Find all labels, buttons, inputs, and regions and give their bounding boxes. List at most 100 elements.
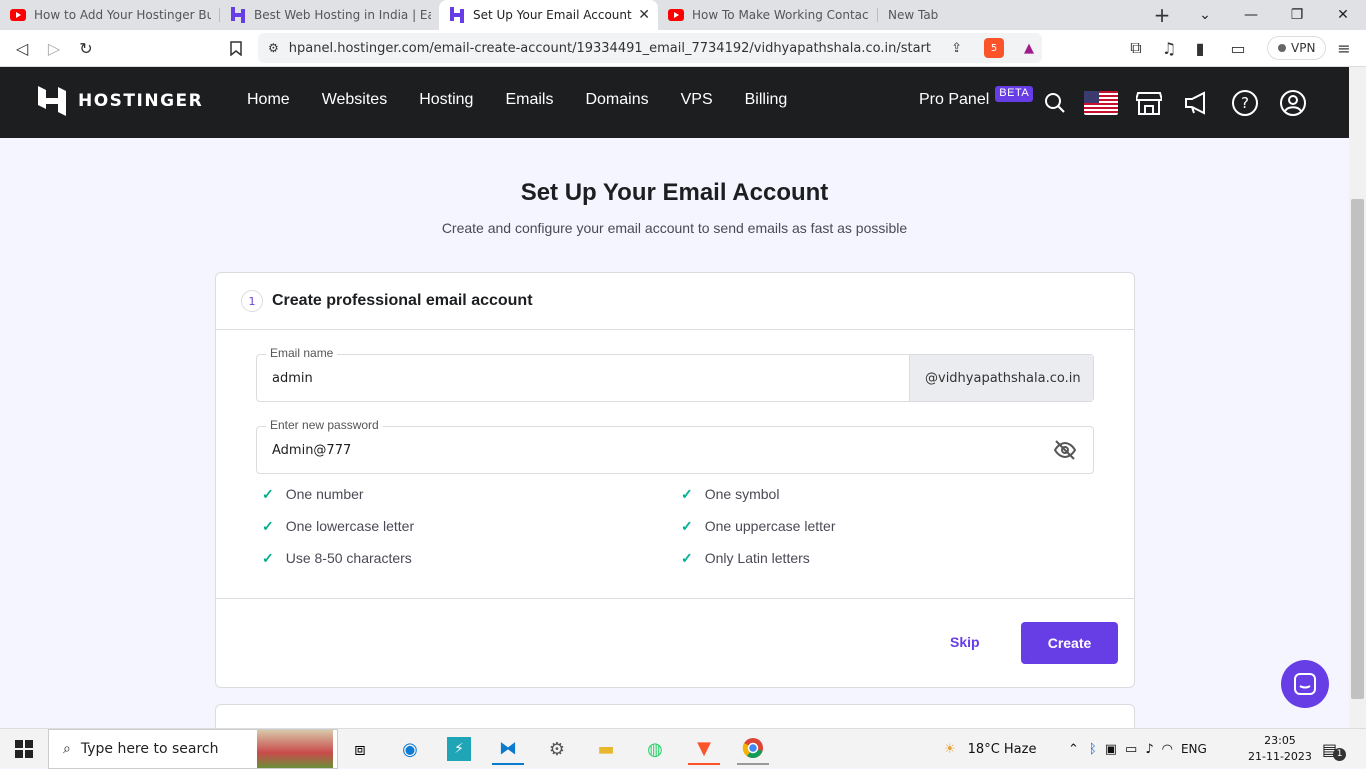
nav-domains[interactable]: Domains — [585, 91, 648, 109]
close-window-button[interactable]: ✕ — [1320, 0, 1366, 30]
pro-panel-link[interactable]: Pro Panel BETA — [919, 86, 1034, 109]
help-icon[interactable]: ? — [1231, 89, 1259, 117]
extensions-icon[interactable]: ⧉ — [1120, 32, 1152, 64]
password-field[interactable]: Enter new password Admin@777 — [256, 418, 1094, 474]
chat-support-button[interactable] — [1281, 660, 1329, 708]
weather-icon: ☀ — [944, 741, 956, 757]
clock[interactable]: 23:05 21-11-2023 — [1248, 729, 1312, 769]
system-tray: ⌃ ᛒ ▣ ▭ ♪ ◠ ENG — [1068, 729, 1207, 769]
nav-billing[interactable]: Billing — [745, 91, 788, 109]
close-tab-icon[interactable]: ✕ — [638, 7, 650, 23]
browser-tab[interactable]: Best Web Hosting in India | Easy to — [220, 0, 439, 30]
volume-icon[interactable]: ♪ — [1145, 742, 1153, 757]
edge-icon[interactable]: ◉ — [394, 733, 426, 765]
chrome-icon[interactable] — [737, 733, 769, 765]
rule-text: One uppercase letter — [704, 518, 836, 534]
account-icon[interactable] — [1279, 89, 1307, 117]
check-icon: ✓ — [262, 517, 274, 534]
page-title: Set Up Your Email Account — [520, 179, 829, 206]
tab-title: How To Make Working Contact Fo — [692, 8, 869, 22]
wifi-icon[interactable]: ◠ — [1162, 742, 1173, 757]
vpn-button[interactable]: VPN — [1267, 36, 1327, 60]
forward-icon[interactable]: ▷ — [38, 32, 70, 64]
taskbar-search[interactable]: ⌕ Type here to search — [48, 729, 338, 769]
task-view-icon[interactable]: ⧈ — [344, 733, 376, 765]
show-hidden-icons[interactable]: ⌃ — [1068, 742, 1079, 757]
card-footer: Skip Create — [216, 598, 1134, 688]
rule-item: ✓ One lowercase letter — [262, 517, 681, 535]
pro-panel-label: Pro Panel — [919, 91, 990, 108]
check-icon: ✓ — [262, 549, 274, 566]
whatsapp-icon[interactable]: ◍ — [639, 733, 671, 765]
browser-tab[interactable]: How to Add Your Hostinger Busine — [0, 0, 219, 30]
share-icon[interactable]: ⇪ — [951, 41, 962, 56]
brand-name: HOSTINGER — [78, 91, 204, 111]
site-settings-icon[interactable]: ⚙ — [268, 41, 279, 55]
meet-icon[interactable]: ▣ — [1105, 742, 1117, 757]
scrollbar-thumb[interactable] — [1351, 199, 1364, 699]
search-icon: ⌕ — [63, 741, 71, 757]
sidebar-icon[interactable]: ▮ — [1184, 32, 1216, 64]
nav-home[interactable]: Home — [247, 91, 290, 109]
weather-widget[interactable]: ☀ 18°C Haze — [944, 729, 1036, 769]
hostinger-logo[interactable]: HOSTINGER — [38, 86, 203, 116]
create-button[interactable]: Create — [1021, 622, 1118, 664]
rule-text: One number — [285, 486, 364, 502]
rule-item: ✓ One uppercase letter — [681, 517, 1081, 535]
nav-emails[interactable]: Emails — [505, 91, 553, 109]
restore-button[interactable]: ❐ — [1274, 0, 1320, 30]
brave-rewards-icon[interactable]: ▲ — [1024, 41, 1034, 56]
back-icon[interactable]: ◁ — [6, 32, 38, 64]
create-email-card: 1 Create professional email account Emai… — [215, 272, 1135, 688]
battery-icon[interactable]: ▭ — [1125, 742, 1137, 757]
browser-tab-strip: How to Add Your Hostinger Busine Best We… — [0, 0, 1366, 30]
media-icon[interactable]: ♫ — [1153, 32, 1185, 64]
browser-tab[interactable]: How To Make Working Contact Fo — [658, 0, 877, 30]
tab-search-chevron-icon[interactable]: ⌄ — [1182, 0, 1228, 30]
browser-tab[interactable]: New Tab — [878, 0, 1078, 30]
configure-devices-card[interactable] — [215, 704, 1135, 728]
search-icon[interactable] — [1041, 89, 1069, 117]
menu-icon[interactable]: ≡ — [1328, 32, 1360, 64]
svg-text:?: ? — [1241, 94, 1249, 112]
minimize-button[interactable]: — — [1228, 0, 1274, 30]
rule-item: ✓ One number — [262, 485, 681, 503]
language-indicator[interactable]: ENG — [1181, 742, 1207, 756]
bluetooth-icon[interactable]: ᛒ — [1089, 742, 1097, 757]
rule-text: One symbol — [704, 486, 780, 502]
power-automate-icon[interactable]: ⚡ — [443, 733, 475, 765]
windows-taskbar: ⌕ Type here to search ⧈ ◉ ⚡ ⧓ ⚙ ▬ ◍ ▼ ☀ … — [0, 728, 1366, 769]
megaphone-icon[interactable] — [1183, 89, 1211, 117]
store-icon[interactable] — [1135, 89, 1163, 117]
reload-icon[interactable]: ↻ — [70, 32, 102, 64]
password-input[interactable]: Admin@777 — [257, 443, 1053, 458]
settings-icon[interactable]: ⚙ — [541, 733, 573, 765]
new-tab-button[interactable]: + — [1142, 0, 1182, 30]
email-name-field[interactable]: Email name admin @vidhyapathshala.co.in — [256, 346, 1094, 402]
us-flag-icon[interactable] — [1084, 89, 1118, 117]
browser-tab-active[interactable]: Set Up Your Email Account | H ✕ — [439, 0, 658, 30]
file-explorer-icon[interactable]: ▬ — [590, 733, 622, 765]
url-text: hpanel.hostinger.com/email-create-accoun… — [288, 40, 931, 56]
nav-websites[interactable]: Websites — [322, 91, 388, 109]
nav-vps[interactable]: VPS — [681, 91, 713, 109]
bookmark-icon[interactable] — [220, 32, 252, 64]
hostinger-logo-icon — [38, 86, 66, 116]
eye-off-icon[interactable] — [1053, 440, 1077, 460]
password-rules: ✓ One number ✓ One symbol ✓ One lowercase l… — [262, 485, 1082, 567]
nav-hosting[interactable]: Hosting — [419, 91, 473, 109]
url-bar[interactable]: ⚙ hpanel.hostinger.com/email-create-acco… — [258, 33, 1042, 63]
domain-suffix: @vidhyapathshala.co.in — [909, 355, 1093, 401]
page-scrollbar[interactable] — [1349, 67, 1366, 728]
skip-button[interactable]: Skip — [950, 634, 980, 650]
notifications-icon[interactable]: ▤ 1 — [1322, 729, 1347, 769]
vscode-icon[interactable]: ⧓ — [492, 733, 524, 765]
page-subtitle: Create and configure your email account … — [441, 220, 908, 236]
card-title: Create professional email account — [272, 292, 533, 309]
wallet-icon[interactable]: ▭ — [1222, 32, 1254, 64]
brave-shield-icon[interactable]: 5 — [984, 38, 1004, 58]
email-name-input[interactable]: admin — [257, 371, 909, 386]
brave-icon[interactable]: ▼ — [688, 733, 720, 765]
youtube-icon — [10, 7, 26, 23]
windows-start-icon[interactable] — [8, 733, 40, 765]
